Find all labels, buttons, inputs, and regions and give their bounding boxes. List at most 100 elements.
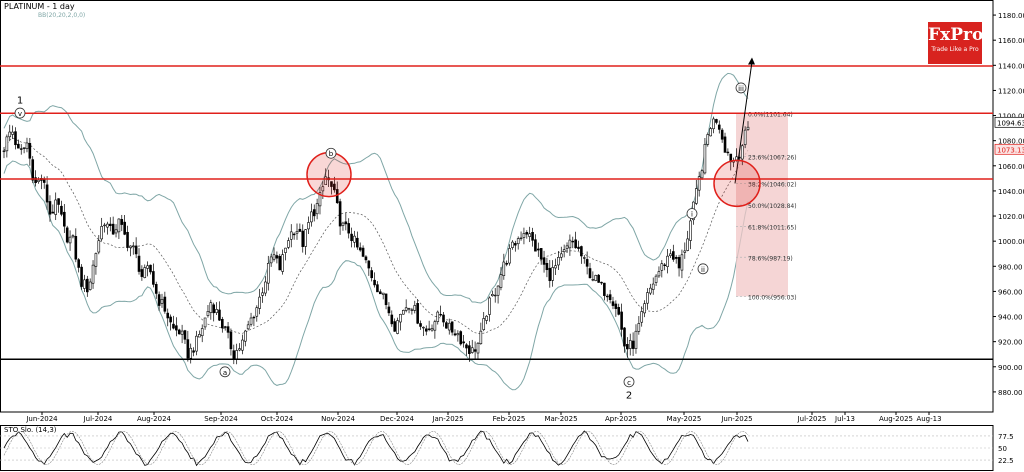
candle-body xyxy=(663,264,666,266)
candle-body xyxy=(453,333,457,336)
candle-body xyxy=(344,221,348,225)
candle-body xyxy=(557,256,560,266)
candle-body xyxy=(603,282,606,296)
candle-body xyxy=(60,205,63,215)
candle-body xyxy=(180,330,184,335)
candle-body xyxy=(315,203,319,215)
candle-body xyxy=(399,314,402,323)
plot-frame xyxy=(0,0,994,413)
candle-body xyxy=(54,199,58,215)
x-tick-label: Aug-13 xyxy=(916,415,941,423)
candle-body xyxy=(413,305,417,311)
candle-body xyxy=(660,263,664,271)
candle-body xyxy=(582,257,586,259)
candle-body xyxy=(235,350,238,360)
candle-body xyxy=(545,263,549,271)
candle-body xyxy=(192,350,195,353)
y-tick-label: 1120.00 xyxy=(998,87,1024,95)
x-tick-label: Jul-2024 xyxy=(83,415,113,423)
candle-body xyxy=(419,323,422,327)
y-tick-label: 920.00 xyxy=(998,339,1023,347)
candle-body xyxy=(249,317,253,325)
candle-body xyxy=(651,283,655,290)
candle-body xyxy=(94,253,98,267)
candle-body xyxy=(17,143,20,149)
candle-body xyxy=(568,239,572,249)
candle-body xyxy=(131,245,135,248)
candle-body xyxy=(295,231,299,234)
candle-body xyxy=(8,131,12,138)
wave-label: iii xyxy=(738,85,744,93)
candle-body xyxy=(479,330,483,344)
candle-body xyxy=(626,344,629,350)
candle-body xyxy=(672,251,675,260)
candle-body xyxy=(77,259,80,268)
candle-body xyxy=(310,211,313,223)
candle-body xyxy=(146,265,149,269)
candle-body xyxy=(726,151,730,154)
candle-body xyxy=(172,323,175,329)
candle-body xyxy=(565,245,569,249)
candle-body xyxy=(123,221,126,235)
x-tick-label: Nov-2024 xyxy=(321,415,355,423)
candle-body xyxy=(482,318,486,330)
candle-body xyxy=(353,235,356,243)
candle-body xyxy=(396,320,399,334)
candle-body xyxy=(505,262,509,265)
candle-body xyxy=(238,348,241,351)
candle-body xyxy=(597,274,600,283)
candle-body xyxy=(367,260,371,269)
candle-body xyxy=(312,209,316,217)
candle-body xyxy=(183,330,187,340)
candle-body xyxy=(140,269,144,277)
candle-body xyxy=(252,316,256,319)
candle-body xyxy=(226,326,230,333)
candle-body xyxy=(669,253,672,257)
candle-body xyxy=(91,264,95,284)
candle-body xyxy=(390,314,394,325)
candle-body xyxy=(298,228,302,232)
candle-body xyxy=(531,231,534,241)
candle-body xyxy=(203,317,207,328)
candle-body xyxy=(683,250,687,253)
candle-body xyxy=(743,129,747,145)
candle-body xyxy=(5,136,9,152)
candle-body xyxy=(436,311,440,322)
candle-body xyxy=(473,349,477,352)
platinum-chart[interactable]: 1180.001160.001140.001120.001100.001080.… xyxy=(0,0,1024,472)
candle-body xyxy=(470,347,474,353)
candle-body xyxy=(462,341,465,344)
candle-body xyxy=(287,240,290,248)
candle-body xyxy=(548,267,552,282)
candle-body xyxy=(591,279,595,281)
x-tick-label: Jul-13 xyxy=(834,415,855,423)
candle-body xyxy=(14,131,17,146)
candle-body xyxy=(108,223,112,226)
candle-body xyxy=(646,292,649,304)
candle-body xyxy=(361,247,365,257)
candle-body xyxy=(611,301,615,306)
candle-body xyxy=(31,159,35,181)
candle-body xyxy=(689,220,692,241)
highlight-circle-b xyxy=(306,151,352,198)
candle-body xyxy=(57,198,60,205)
candle-body xyxy=(166,312,170,319)
candle-body xyxy=(209,302,213,313)
candle-body xyxy=(63,211,66,227)
candle-body xyxy=(614,303,618,309)
wave-label: v xyxy=(18,110,22,118)
x-tick-label: Jun-2025 xyxy=(720,415,752,423)
candle-body xyxy=(83,279,86,289)
y-tick-label: 1160.00 xyxy=(998,37,1024,45)
candle-body xyxy=(746,126,750,130)
candle-body xyxy=(447,322,451,331)
y-tick-label: 1060.00 xyxy=(998,163,1024,171)
x-tick-label: Jul-2025 xyxy=(797,415,827,423)
candle-body xyxy=(106,223,109,228)
wave-label: 1 xyxy=(17,95,23,106)
candle-body xyxy=(206,311,210,316)
highlight-circle-fib xyxy=(713,159,761,208)
candle-body xyxy=(157,294,161,306)
candle-body xyxy=(358,247,362,251)
candle-body xyxy=(439,313,442,316)
